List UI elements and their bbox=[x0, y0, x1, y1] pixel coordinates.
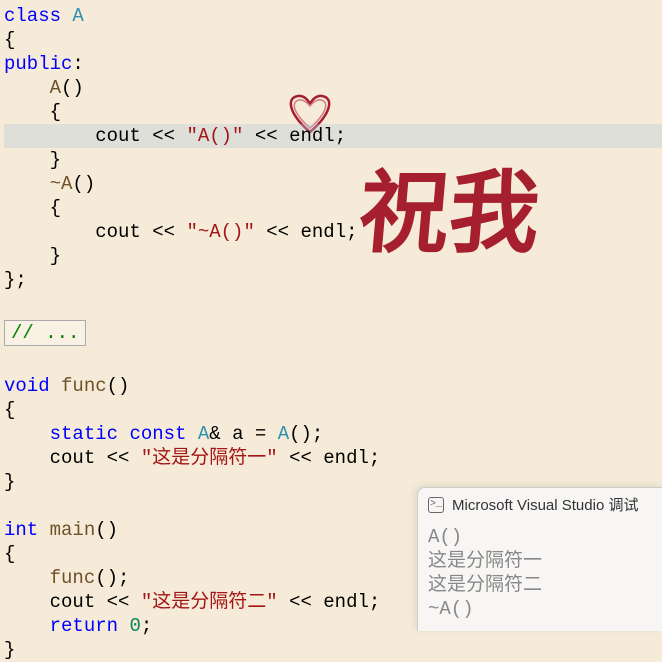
code-line[interactable]: class A bbox=[4, 4, 662, 28]
code-line[interactable]: cout << "这是分隔符一" << endl; bbox=[4, 446, 662, 470]
code-line[interactable] bbox=[4, 350, 662, 374]
code-line[interactable]: } bbox=[4, 148, 662, 172]
console-line: 这是分隔符二 bbox=[428, 573, 652, 597]
code-line[interactable]: cout << "~A()" << endl; bbox=[4, 220, 662, 244]
code-line[interactable]: void func() bbox=[4, 374, 662, 398]
code-line[interactable]: } bbox=[4, 244, 662, 268]
code-line[interactable]: }; bbox=[4, 268, 662, 292]
code-line[interactable]: { bbox=[4, 196, 662, 220]
console-output[interactable]: A() 这是分隔符一 这是分隔符二 ~A() bbox=[418, 521, 662, 631]
console-title-text: Microsoft Visual Studio 调试 bbox=[452, 494, 638, 515]
debug-console-window[interactable]: >_ Microsoft Visual Studio 调试 A() 这是分隔符一… bbox=[417, 487, 662, 631]
console-titlebar[interactable]: >_ Microsoft Visual Studio 调试 bbox=[418, 488, 662, 521]
code-line-current[interactable]: cout << "A()" << endl; bbox=[4, 124, 662, 148]
code-line[interactable]: { bbox=[4, 28, 662, 52]
collapsed-region[interactable]: // ... bbox=[4, 316, 662, 350]
code-line[interactable]: ~A() bbox=[4, 172, 662, 196]
code-line[interactable]: { bbox=[4, 100, 662, 124]
console-line: ~A() bbox=[428, 597, 652, 621]
code-line[interactable]: static const A& a = A(); bbox=[4, 422, 662, 446]
code-line[interactable] bbox=[4, 292, 662, 316]
console-line: 这是分隔符一 bbox=[428, 549, 652, 573]
code-line[interactable]: } bbox=[4, 638, 662, 662]
code-line[interactable]: { bbox=[4, 398, 662, 422]
code-line[interactable]: public: bbox=[4, 52, 662, 76]
console-line: A() bbox=[428, 525, 652, 549]
code-line[interactable]: A() bbox=[4, 76, 662, 100]
console-icon: >_ bbox=[428, 497, 444, 513]
